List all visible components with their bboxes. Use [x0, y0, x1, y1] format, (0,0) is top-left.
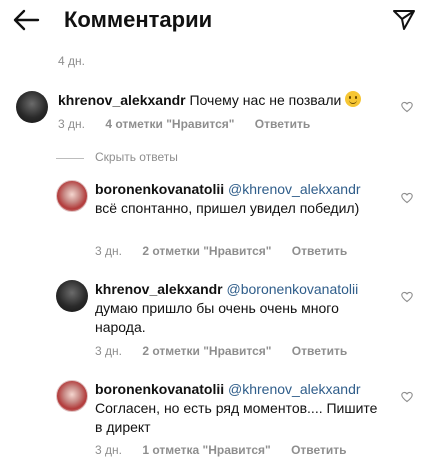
page-title: Комментарии: [64, 7, 213, 32]
mention-link[interactable]: @khrenov_alekxandr: [228, 381, 361, 397]
reply-body: всё спонтанно, пришел увидел победил): [95, 200, 360, 216]
reply-time: 3 дн.: [95, 344, 122, 358]
comment-body: Почему нас не позвали: [189, 92, 342, 108]
reply-text: boronenkovanatolii @khrenov_alekxandr Со…: [95, 380, 385, 437]
avatar[interactable]: [56, 180, 88, 212]
mention-link[interactable]: @boronenkovanatolii: [227, 281, 359, 297]
reply-button[interactable]: Ответить: [292, 344, 347, 358]
mention-link[interactable]: @khrenov_alekxandr: [228, 181, 361, 197]
heart-icon[interactable]: [401, 391, 413, 403]
reply-button[interactable]: Ответить: [255, 117, 310, 131]
post-age: 4 дн.: [58, 54, 85, 68]
heart-icon[interactable]: [401, 101, 413, 113]
reply-text: boronenkovanatolii @khrenov_alekxandr вс…: [95, 180, 385, 218]
avatar[interactable]: [56, 380, 88, 412]
reply-meta: 3 дн. 2 отметки "Нравится" Ответить: [95, 244, 364, 258]
avatar[interactable]: [16, 91, 48, 123]
reply-body: думаю пришло бы очень очень много народа…: [95, 300, 339, 335]
comment-time: 3 дн.: [58, 117, 85, 131]
heart-icon[interactable]: [401, 291, 413, 303]
top-bar: Комментарии: [0, 0, 432, 44]
avatar[interactable]: [56, 280, 88, 312]
comment-text: khrenov_alekxandr Почему нас не позвали: [58, 91, 388, 110]
reply-button[interactable]: Ответить: [291, 443, 346, 457]
likes-count[interactable]: 1 отметка "Нравится": [142, 443, 270, 457]
likes-count[interactable]: 4 отметки "Нравится": [105, 117, 234, 131]
reply-meta: 3 дн. 2 отметки "Нравится" Ответить: [95, 344, 364, 358]
likes-count[interactable]: 2 отметки "Нравится": [142, 344, 271, 358]
reply-time: 3 дн.: [95, 244, 122, 258]
smiling-face-emoji: [345, 91, 362, 107]
reply-username[interactable]: boronenkovanatolii: [95, 381, 224, 397]
reply-meta: 3 дн. 1 отметка "Нравится" Ответить: [95, 443, 364, 457]
reply-button[interactable]: Ответить: [292, 244, 347, 258]
comment-username[interactable]: khrenov_alekxandr: [58, 92, 186, 108]
send-icon[interactable]: [392, 8, 416, 32]
reply-time: 3 дн.: [95, 443, 122, 457]
divider: [56, 158, 84, 159]
arrow-left-icon[interactable]: [12, 8, 40, 32]
reply-body: Согласен, но есть ряд моментов.... Пишит…: [95, 400, 378, 435]
likes-count[interactable]: 2 отметки "Нравится": [142, 244, 271, 258]
comment-meta: 3 дн. 4 отметки "Нравится" Ответить: [58, 117, 327, 131]
reply-username[interactable]: khrenov_alekxandr: [95, 281, 223, 297]
hide-replies-label: Скрыть ответы: [95, 150, 178, 164]
reply-text: khrenov_alekxandr @boronenkovanatolii ду…: [95, 280, 385, 337]
reply-username[interactable]: boronenkovanatolii: [95, 181, 224, 197]
heart-icon[interactable]: [401, 192, 413, 204]
